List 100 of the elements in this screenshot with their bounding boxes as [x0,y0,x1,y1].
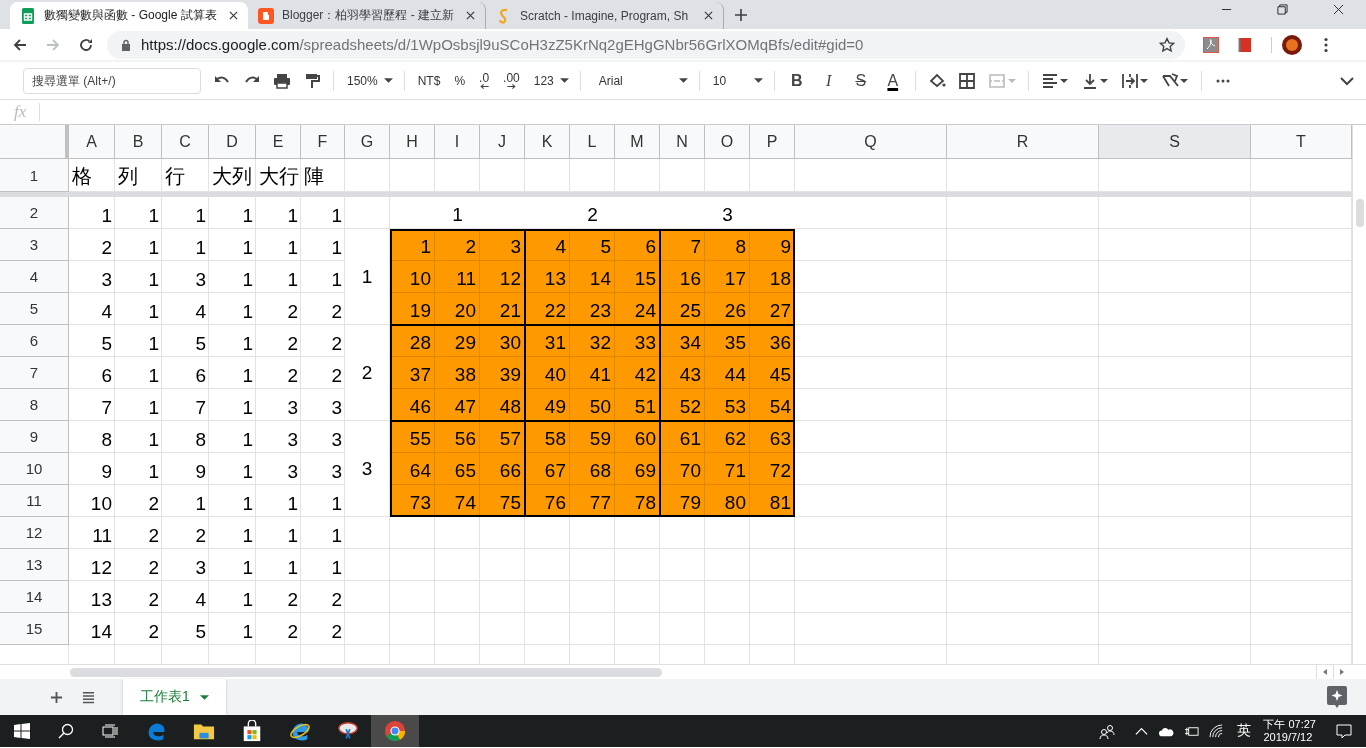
input-method[interactable]: 英 [1237,722,1252,740]
column-header[interactable]: K [525,125,570,159]
new-tab-icon[interactable] [734,8,748,22]
restore-icon[interactable] [1277,4,1288,15]
column-header[interactable]: R [947,125,1099,159]
row-header[interactable]: 1 [0,159,69,192]
arrow-icon [506,84,516,89]
table-cell: 5 [570,229,615,261]
column-header[interactable]: Q [795,125,947,159]
notification-icon[interactable] [1336,723,1352,739]
column-header[interactable]: J [480,125,525,159]
browser-tab[interactable]: 數獨變數與函數 - Google 試算表 [10,2,248,29]
book-icon[interactable] [1237,36,1253,53]
column-header[interactable]: T [1251,125,1352,159]
menu-search-field[interactable]: 搜尋選單 (Alt+/) [23,67,201,94]
column-header[interactable]: O [705,125,750,159]
table-cell-text: 1 [241,460,254,484]
row-header[interactable]: 7 [0,357,69,389]
table-cell: 32 [570,325,615,357]
column-header[interactable]: C [162,125,209,159]
font-select[interactable]: Arial [588,68,691,93]
row-header[interactable]: 15 [0,613,69,645]
table-cell-text: 11 [91,524,113,548]
row-header[interactable]: 12 [0,517,69,549]
zoom-select[interactable]: 150% [342,68,396,93]
column-header[interactable]: P [750,125,795,159]
explore-icon[interactable] [1327,686,1347,708]
scrollbar-thumb[interactable] [1355,199,1364,227]
format-button[interactable]: B [782,68,811,93]
table-cell-text: 3 [100,268,113,292]
percent-button[interactable]: % [449,68,471,93]
shopping-bag-icon[interactable] [241,720,263,742]
column-header[interactable]: E [256,125,301,159]
table-cell-text: 1 [241,332,254,356]
table-cell-text: 1 [286,268,299,292]
column-header[interactable]: B [115,125,162,159]
row-header[interactable]: 9 [0,421,69,453]
close-icon[interactable] [1333,4,1344,15]
row-header[interactable]: 13 [0,549,69,581]
format-button[interactable]: I [814,68,843,93]
taskbar-app[interactable] [371,715,419,747]
column-header[interactable]: I [435,125,480,159]
pdf-icon[interactable] [1203,36,1219,53]
scrollbar-thumb[interactable] [70,667,662,677]
table-cell: 77 [570,485,615,517]
column-header[interactable]: M [615,125,660,159]
search-icon[interactable] [58,723,74,739]
browser-tab[interactable]: Blogger：柏羽學習歷程 - 建立新 [248,2,486,29]
avatar-icon[interactable] [1282,34,1302,55]
increase-decimal-button[interactable]: .00 [498,68,525,93]
row-header[interactable]: 6 [0,325,69,357]
number-format-select[interactable]: 123 [528,68,572,93]
column-header[interactable]: H [390,125,435,159]
column-header[interactable]: S [1099,125,1251,159]
row-header[interactable]: 2 [0,197,69,229]
close-icon[interactable] [466,11,475,20]
font-size-select[interactable]: 10 [707,68,766,93]
table-cell-text: 4 [194,300,207,324]
table-cell-text: 1 [147,460,160,484]
sheet-tab[interactable]: 工作表1 [123,679,226,715]
column-header[interactable]: A [69,125,115,159]
wifi-icon[interactable] [1209,723,1225,739]
close-icon[interactable] [229,11,238,20]
row-header[interactable]: 10 [0,453,69,485]
column-header[interactable]: N [660,125,705,159]
column-header[interactable]: F [301,125,345,159]
back-icon[interactable] [12,36,28,53]
address-bar[interactable]: https://docs.google.com/spreadsheets/d/1WpOsbsjl9uSCoH3zZ5KrNq2gEHgGNbr56GrlXOMqBfs/edit#gid=0 [107,30,1185,59]
task-view-icon[interactable] [102,723,118,739]
close-icon[interactable] [704,11,713,20]
browser-tab[interactable]: Scratch - Imagine, Program, Sh [486,2,724,29]
windows-icon[interactable] [14,723,30,739]
column-header[interactable]: G [345,125,390,159]
menu-icon[interactable] [1324,36,1328,53]
table-cell: 56 [435,421,480,453]
column-header[interactable]: D [209,125,256,159]
column-header[interactable]: L [570,125,615,159]
table-cell: 59 [570,421,615,453]
sheet-list-icon[interactable] [82,690,95,704]
table-cell-text: 2 [286,300,299,324]
clock[interactable]: 下午 07:27 2019/7/12 [1263,715,1316,747]
decrease-decimal-button[interactable]: .0 [474,68,495,93]
table-cell-text: 1 [147,332,160,356]
reload-icon[interactable] [78,36,94,53]
add-sheet-icon[interactable] [50,690,63,704]
star-icon[interactable] [1159,36,1175,53]
format-button[interactable]: A [878,68,907,93]
table-cell-text: 2 [100,236,113,260]
row-header[interactable]: 3 [0,229,69,261]
row-header[interactable]: 8 [0,389,69,421]
row-header[interactable]: 14 [0,581,69,613]
people-icon[interactable] [1099,723,1116,739]
table-cell-text: 2 [286,364,299,388]
currency-button[interactable]: NT$ [412,68,446,93]
format-button[interactable]: S [846,68,875,93]
table-cell-text: 1 [330,492,343,516]
tab-title: 數獨變數與函數 - Google 試算表 [44,7,218,24]
row-header[interactable]: 5 [0,293,69,325]
row-header[interactable]: 11 [0,485,69,517]
row-header[interactable]: 4 [0,261,69,293]
